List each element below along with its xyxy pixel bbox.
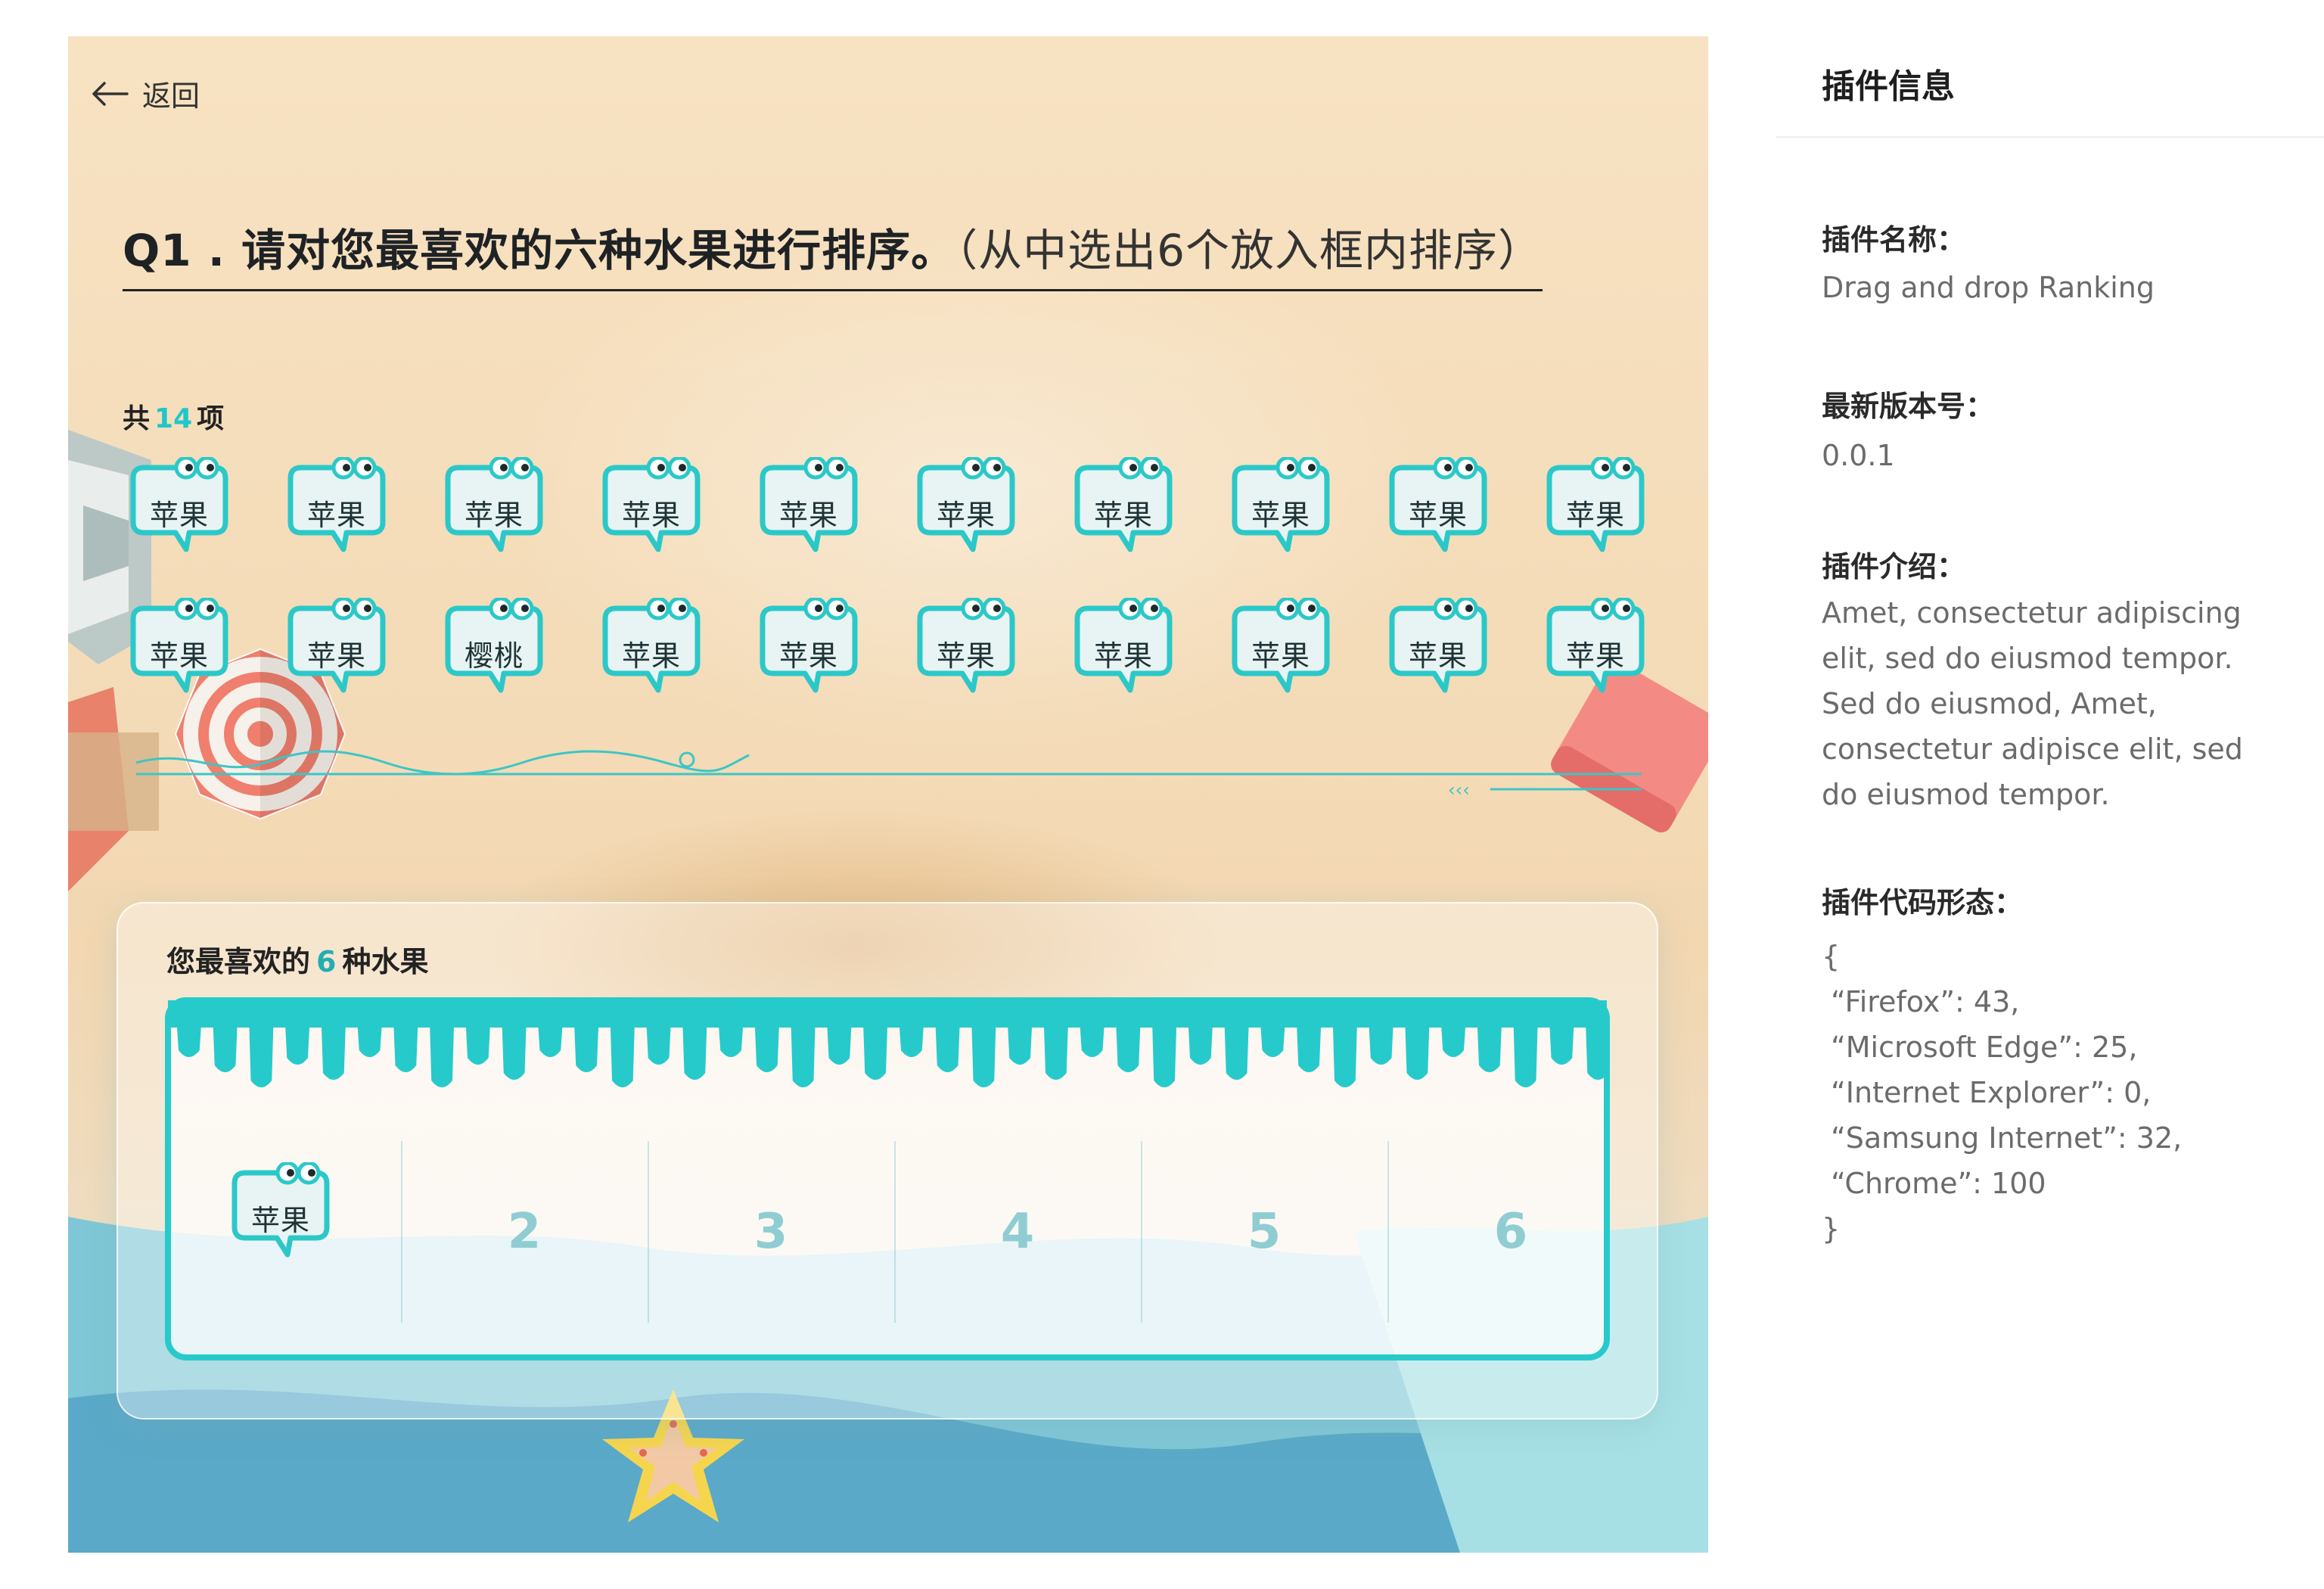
- fruit-item[interactable]: 苹果: [123, 457, 236, 552]
- plugin-code-label: 插件代码形态：: [1822, 886, 2024, 919]
- fruit-item-label: 苹果: [149, 639, 209, 673]
- item-count: 共 14 项: [123, 396, 224, 436]
- fruit-item[interactable]: 苹果: [752, 457, 865, 552]
- question-title: Q1 . 请对您最喜欢的六种水果进行排序。（从中选出6个放入框内排序）: [123, 215, 1543, 291]
- rank-slot[interactable]: 4: [897, 1149, 1138, 1315]
- count-suffix: 项: [197, 403, 225, 434]
- rank-slot[interactable]: 2: [404, 1149, 645, 1315]
- slot-divider: [1387, 1141, 1389, 1323]
- question-sub: （从中选出6个放入框内排序）: [955, 225, 1543, 276]
- slot-divider: [1141, 1141, 1142, 1323]
- plugin-intro-value: Amet, consectetur adipiscing elit, sed d…: [1822, 596, 2243, 811]
- fruit-item-label: 苹果: [1093, 639, 1153, 673]
- plugin-info-sidebar: 插件信息 插件名称： Drag and drop Ranking 最新版本号： …: [1776, 0, 2324, 1589]
- fruit-item-label: 苹果: [936, 499, 996, 532]
- fruit-item[interactable]: 苹果: [909, 457, 1023, 552]
- fruit-item[interactable]: 苹果: [123, 598, 236, 693]
- fruit-item-label: 苹果: [621, 499, 681, 532]
- svg-text:‹‹‹: ‹‹‹: [1448, 779, 1470, 801]
- fruit-item-label: 苹果: [306, 499, 366, 532]
- fruit-item-label: 苹果: [1251, 499, 1310, 532]
- fruit-item-label: 苹果: [306, 639, 366, 673]
- plugin-name-label: 插件名称：: [1822, 223, 1966, 257]
- fruit-item[interactable]: 苹果: [595, 457, 708, 552]
- plugin-version-value: 0.0.1: [1822, 439, 1895, 472]
- ranked-item-label: 苹果: [250, 1204, 310, 1237]
- fruit-item[interactable]: 苹果: [909, 598, 1023, 693]
- fruit-item-label: 樱桃: [464, 639, 524, 673]
- ranked-item-1[interactable]: 苹果: [224, 1162, 337, 1258]
- back-button[interactable]: 返回: [91, 73, 200, 114]
- fruit-item[interactable]: 苹果: [752, 598, 865, 693]
- fruit-item-label: 苹果: [1565, 639, 1625, 673]
- fruit-item-label: 苹果: [464, 499, 524, 532]
- fruit-item[interactable]: 苹果: [1067, 457, 1180, 552]
- fruit-item[interactable]: 苹果: [1224, 457, 1338, 552]
- fruit-item-label: 苹果: [1093, 499, 1153, 532]
- slot-divider: [648, 1141, 649, 1323]
- rank-slot[interactable]: 6: [1390, 1149, 1631, 1315]
- rank-slot[interactable]: 5: [1144, 1149, 1384, 1315]
- sidebar-title: 插件信息: [1822, 67, 1955, 106]
- count-prefix: 共: [123, 403, 151, 434]
- fruit-item-label: 苹果: [778, 499, 838, 532]
- fruit-item[interactable]: 苹果: [280, 457, 393, 552]
- fruit-item-label: 苹果: [621, 639, 681, 673]
- fruit-item[interactable]: 樱桃: [437, 598, 551, 693]
- fruit-item-label: 苹果: [1565, 499, 1625, 532]
- count-value: 14: [154, 403, 193, 434]
- fruit-item-label: 苹果: [149, 499, 209, 532]
- fruit-item[interactable]: 苹果: [1539, 457, 1652, 552]
- plugin-code-value: { “Firefox”: 43, “Microsoft Edge”: 25, “…: [1822, 940, 2183, 1245]
- ranking-panel: 您最喜欢的 6 种水果 苹果 23456: [117, 902, 1658, 1420]
- back-arrow-icon: [92, 81, 129, 106]
- fruit-item-label: 苹果: [778, 639, 838, 673]
- fruit-item[interactable]: 苹果: [1381, 598, 1495, 693]
- rank-slot[interactable]: 3: [651, 1149, 891, 1315]
- ranking-title-suffix: 种水果: [342, 945, 429, 978]
- fruit-item-label: 苹果: [936, 639, 996, 673]
- plugin-version-label: 最新版本号：: [1822, 390, 1995, 423]
- plugin-intro-label: 插件介绍：: [1822, 550, 1966, 583]
- ranking-title-prefix: 您最喜欢的: [166, 945, 311, 978]
- fruit-item[interactable]: 苹果: [595, 598, 708, 693]
- survey-stage: ‹‹‹ 返回 Q1 . 请对您最喜欢的六种水果进行排序。（从中选出6个放入框内排…: [68, 36, 1708, 1553]
- slot-divider: [401, 1141, 402, 1323]
- fruit-item[interactable]: 苹果: [280, 598, 393, 693]
- fruit-item[interactable]: 苹果: [437, 457, 551, 552]
- question-main: Q1 . 请对您最喜欢的六种水果进行排序。: [123, 225, 956, 276]
- back-label: 返回: [142, 79, 200, 113]
- sidebar-divider: [1776, 136, 2324, 138]
- plugin-name-value: Drag and drop Ranking: [1822, 271, 2155, 304]
- slot-divider: [894, 1141, 896, 1323]
- fruit-item[interactable]: 苹果: [1224, 598, 1338, 693]
- fruit-item-label: 苹果: [1408, 499, 1468, 532]
- ranking-title-value: 6: [316, 945, 337, 978]
- ranking-title: 您最喜欢的 6 种水果: [166, 938, 428, 980]
- fruit-item[interactable]: 苹果: [1067, 598, 1180, 693]
- fruit-item-label: 苹果: [1408, 639, 1468, 673]
- fruit-item-label: 苹果: [1251, 639, 1310, 673]
- fruit-item[interactable]: 苹果: [1381, 457, 1495, 552]
- ranking-dropzone[interactable]: 苹果 23456: [165, 997, 1610, 1360]
- fruit-item[interactable]: 苹果: [1539, 598, 1652, 693]
